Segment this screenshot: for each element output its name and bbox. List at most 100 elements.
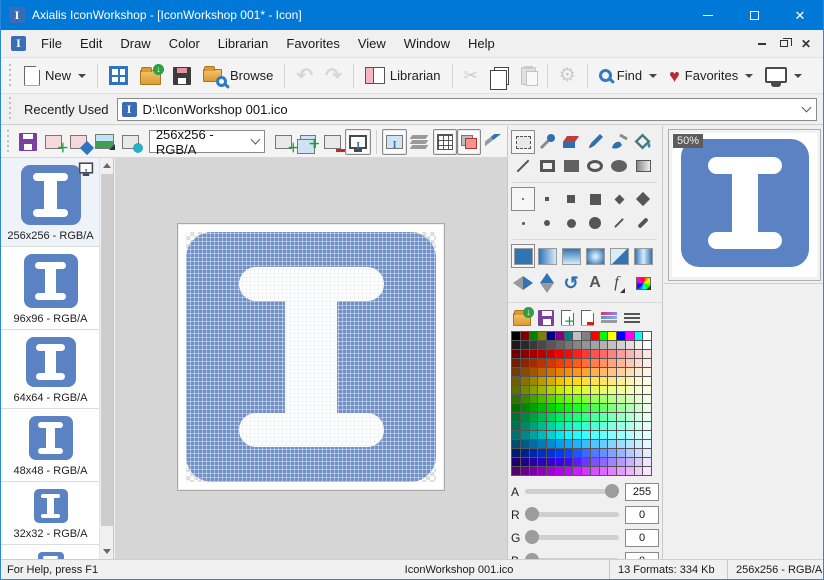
- palette-color-r8-c5[interactable]: [556, 422, 564, 430]
- palette-color-r5-c2[interactable]: [530, 395, 538, 403]
- palette-color-r0-c0[interactable]: [512, 350, 520, 358]
- palette-color-r9-c15[interactable]: [643, 431, 651, 439]
- menu-item-color[interactable]: Color: [160, 32, 209, 55]
- palette-color-r13-c8[interactable]: [582, 467, 590, 475]
- palette-color-gray-13[interactable]: [626, 341, 634, 349]
- palette-color-r13-c14[interactable]: [635, 467, 643, 475]
- palette-color-r13-c9[interactable]: [591, 467, 599, 475]
- palette-color-r4-c7[interactable]: [573, 386, 581, 394]
- maximize-button[interactable]: [731, 0, 777, 30]
- palette-color-r6-c4[interactable]: [547, 404, 555, 412]
- format-list-item-48x48[interactable]: 48x48 - RGB/A: [1, 409, 100, 482]
- scrollbar-thumb[interactable]: [101, 174, 113, 526]
- palette-color-r10-c0[interactable]: [512, 440, 520, 448]
- palette-color-standard-12[interactable]: [617, 332, 625, 340]
- palette-color-r1-c10[interactable]: [600, 359, 608, 367]
- palette-color-gray-15[interactable]: [643, 341, 651, 349]
- palette-color-r1-c4[interactable]: [547, 359, 555, 367]
- palette-color-r8-c1[interactable]: [521, 422, 529, 430]
- palette-color-r12-c9[interactable]: [591, 458, 599, 466]
- format-list-item-64x64[interactable]: 64x64 - RGB/A: [1, 330, 100, 409]
- palette-color-r12-c12[interactable]: [617, 458, 625, 466]
- palette-color-r6-c12[interactable]: [617, 404, 625, 412]
- brush-slash-thick[interactable]: [631, 211, 655, 235]
- line-tool[interactable]: [511, 154, 535, 178]
- flip-horizontal-button[interactable]: [511, 271, 535, 295]
- palette-color-r10-c1[interactable]: [521, 440, 529, 448]
- palette-color-r7-c2[interactable]: [530, 413, 538, 421]
- palette-color-gray-8[interactable]: [582, 341, 590, 349]
- palette-color-r9-c14[interactable]: [635, 431, 643, 439]
- transparency-toggle[interactable]: [457, 129, 481, 155]
- channel-slider-r[interactable]: [525, 512, 619, 517]
- fill-tool[interactable]: [631, 130, 655, 154]
- palette-color-gray-0[interactable]: [512, 341, 520, 349]
- palette-color-r2-c14[interactable]: [635, 368, 643, 376]
- palette-color-r3-c10[interactable]: [600, 377, 608, 385]
- palette-color-r6-c8[interactable]: [582, 404, 590, 412]
- palette-color-r3-c9[interactable]: [591, 377, 599, 385]
- palette-color-r1-c5[interactable]: [556, 359, 564, 367]
- palette-color-r2-c3[interactable]: [538, 368, 546, 376]
- palette-color-gray-11[interactable]: [608, 341, 616, 349]
- palette-color-r4-c14[interactable]: [635, 386, 643, 394]
- palette-color-r2-c1[interactable]: [521, 368, 529, 376]
- palette-color-r13-c1[interactable]: [521, 467, 529, 475]
- format-list-item-96x96[interactable]: 96x96 - RGB/A: [1, 247, 100, 330]
- palette-color-r8-c2[interactable]: [530, 422, 538, 430]
- palette-color-r12-c4[interactable]: [547, 458, 555, 466]
- palette-color-r4-c0[interactable]: [512, 386, 520, 394]
- brush-size-square-small[interactable]: [535, 187, 559, 211]
- palette-color-gray-7[interactable]: [573, 341, 581, 349]
- palette-color-r12-c2[interactable]: [530, 458, 538, 466]
- palette-color-r4-c10[interactable]: [600, 386, 608, 394]
- new-project-button[interactable]: [103, 61, 134, 91]
- palette-color-r0-c14[interactable]: [635, 350, 643, 358]
- palette-color-r4-c11[interactable]: [608, 386, 616, 394]
- palette-color-r13-c15[interactable]: [643, 467, 651, 475]
- settings-button[interactable]: ⚙: [553, 61, 582, 91]
- channel-slider-g[interactable]: [525, 535, 619, 540]
- palette-color-r0-c15[interactable]: [643, 350, 651, 358]
- palette-color-standard-13[interactable]: [626, 332, 634, 340]
- copy-button[interactable]: [484, 61, 515, 91]
- new-3d-format-button[interactable]: [66, 129, 91, 155]
- palette-color-r1-c15[interactable]: [643, 359, 651, 367]
- fill-style-gradient-vertical[interactable]: [559, 244, 583, 268]
- palette-color-r4-c9[interactable]: [591, 386, 599, 394]
- palette-color-r3-c15[interactable]: [643, 377, 651, 385]
- palette-color-r8-c11[interactable]: [608, 422, 616, 430]
- palette-color-r11-c0[interactable]: [512, 449, 520, 457]
- palette-color-r0-c4[interactable]: [547, 350, 555, 358]
- palette-color-r11-c12[interactable]: [617, 449, 625, 457]
- palette-color-r7-c1[interactable]: [521, 413, 529, 421]
- palette-color-r3-c7[interactable]: [573, 377, 581, 385]
- palette-color-r12-c7[interactable]: [573, 458, 581, 466]
- palette-color-r2-c9[interactable]: [591, 368, 599, 376]
- palette-color-r1-c8[interactable]: [582, 359, 590, 367]
- palette-color-r7-c5[interactable]: [556, 413, 564, 421]
- palette-remove-icon[interactable]: [581, 310, 594, 326]
- palette-color-r3-c1[interactable]: [521, 377, 529, 385]
- palette-color-r12-c15[interactable]: [643, 458, 651, 466]
- palette-color-r8-c9[interactable]: [591, 422, 599, 430]
- palette-color-gray-12[interactable]: [617, 341, 625, 349]
- palette-color-gray-2[interactable]: [530, 341, 538, 349]
- palette-color-standard-8[interactable]: [582, 332, 590, 340]
- palette-color-r3-c11[interactable]: [608, 377, 616, 385]
- palette-color-r6-c9[interactable]: [591, 404, 599, 412]
- palette-color-r2-c5[interactable]: [556, 368, 564, 376]
- palette-color-r2-c2[interactable]: [530, 368, 538, 376]
- palette-color-r7-c9[interactable]: [591, 413, 599, 421]
- palette-color-r11-c2[interactable]: [530, 449, 538, 457]
- palette-color-r11-c4[interactable]: [547, 449, 555, 457]
- format-list-item-partial[interactable]: [1, 545, 100, 559]
- palette-color-r11-c6[interactable]: [565, 449, 573, 457]
- palette-color-r5-c4[interactable]: [547, 395, 555, 403]
- palette-color-r4-c5[interactable]: [556, 386, 564, 394]
- eyedropper-tool[interactable]: [535, 130, 559, 154]
- palette-color-standard-4[interactable]: [547, 332, 555, 340]
- palette-color-r2-c12[interactable]: [617, 368, 625, 376]
- palette-color-r10-c12[interactable]: [617, 440, 625, 448]
- undo-button[interactable]: ↶: [290, 61, 319, 91]
